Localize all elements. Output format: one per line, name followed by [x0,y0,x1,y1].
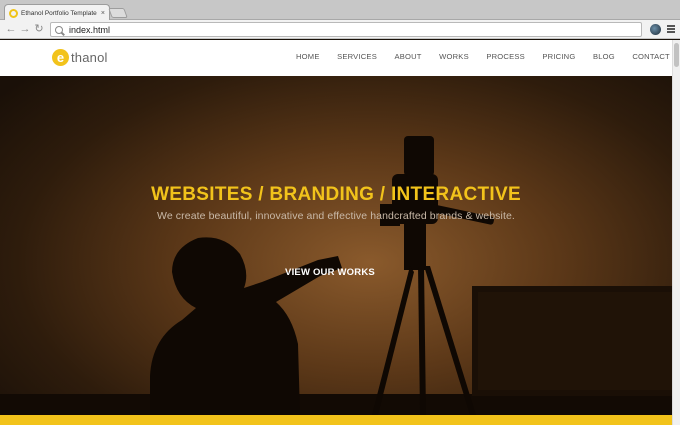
nav-contact[interactable]: CONTACT [632,52,670,61]
new-tab-button[interactable] [108,8,128,18]
nav-home[interactable]: HOME [296,52,320,61]
logo[interactable]: e thanol [52,49,108,66]
hero-subtitle: We create beautiful, innovative and effe… [157,210,515,222]
tab-strip: Ethanol Portfolio Template × [0,0,680,21]
extension-icon[interactable] [650,24,661,35]
forward-icon[interactable]: → [18,22,32,36]
main-menu: HOME SERVICES ABOUT WORKS PROCESS PRICIN… [296,52,680,61]
nav-services[interactable]: SERVICES [337,52,377,61]
nav-pricing[interactable]: PRICING [542,52,575,61]
search-icon [55,25,63,34]
address-bar[interactable]: index.html [50,22,642,37]
hero-section: WEBSITES / BRANDING / INTERACTIVE We cre… [0,76,672,415]
browser-tab[interactable]: Ethanol Portfolio Template × [4,4,110,21]
address-text[interactable]: index.html [69,25,110,35]
accent-bar [0,415,672,425]
nav-blog[interactable]: BLOG [593,52,615,61]
logo-mark: e [52,49,69,66]
nav-works[interactable]: WORKS [439,52,469,61]
browser-toolbar: ← → ↻ index.html [0,20,680,39]
hero-background-image [0,136,672,415]
site-header: e thanol HOME SERVICES ABOUT WORKS PROCE… [0,40,672,76]
scrollbar-thumb[interactable] [674,43,679,67]
reload-icon[interactable]: ↻ [32,22,46,36]
menu-icon[interactable] [667,25,675,33]
hero-title: WEBSITES / BRANDING / INTERACTIVE [151,184,521,205]
scrollbar[interactable] [672,40,680,425]
logo-text: thanol [71,50,108,65]
nav-process[interactable]: PROCESS [486,52,525,61]
page-viewport: e thanol HOME SERVICES ABOUT WORKS PROCE… [0,40,680,425]
favicon-icon [9,8,18,18]
nav-about[interactable]: ABOUT [394,52,421,61]
view-works-button[interactable]: VIEW OUR WORKS [270,264,390,282]
back-icon[interactable]: ← [4,22,18,36]
tab-title: Ethanol Portfolio Template [21,9,97,17]
close-icon[interactable]: × [101,10,105,17]
